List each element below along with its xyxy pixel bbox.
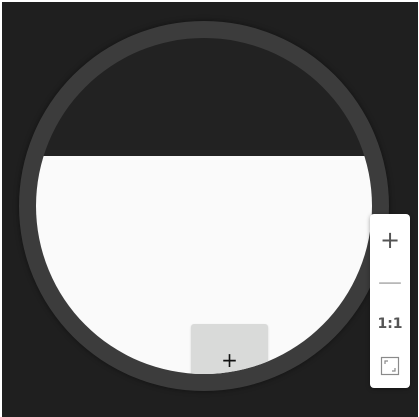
- fit-to-screen-icon: [380, 356, 400, 376]
- zoom-in-button[interactable]: +: [370, 220, 410, 260]
- actual-size-label: 1:1: [377, 316, 403, 332]
- zoom-in-icon: +: [379, 226, 401, 254]
- fit-to-screen-button[interactable]: [370, 346, 410, 386]
- add-node-button[interactable]: +: [191, 324, 268, 374]
- editor-canvas[interactable]: + + — 1:1: [2, 2, 418, 417]
- zoom-toolbar: + — 1:1: [370, 214, 410, 388]
- circular-viewport[interactable]: +: [36, 38, 372, 374]
- actual-size-button[interactable]: 1:1: [370, 304, 410, 344]
- circular-viewport-frame: +: [19, 21, 389, 391]
- zoom-out-icon: —: [378, 268, 402, 296]
- plus-icon: +: [221, 348, 238, 372]
- zoom-out-button[interactable]: —: [370, 262, 410, 302]
